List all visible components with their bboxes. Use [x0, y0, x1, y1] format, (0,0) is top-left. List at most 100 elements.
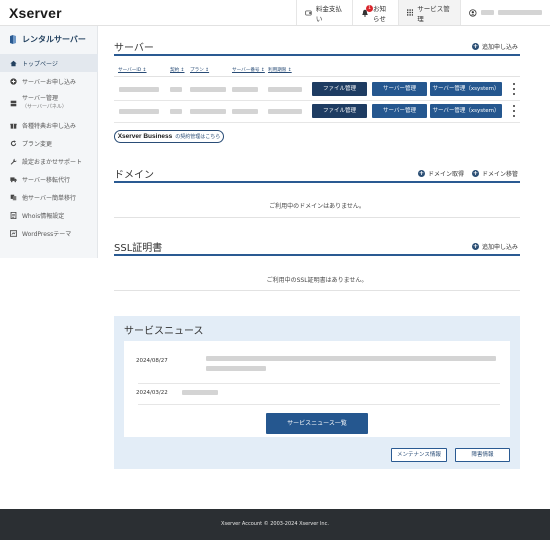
sidebar-item-server-management[interactable]: サーバー管理 （サーバーパネル） [0, 90, 98, 116]
server-manager-xsystem-button[interactable]: サーバー管理（xsystem） [430, 104, 502, 118]
xserver-business-link[interactable]: Xserver Business の契約管理はこちら [114, 130, 224, 143]
ssl-empty-message: ご利用中のSSL証明書はありません。 [266, 277, 368, 284]
news-divider [138, 404, 500, 405]
payment-label: 料金支払い [315, 4, 342, 23]
plus-circle-icon [10, 77, 17, 85]
col-server-id[interactable]: サーバーID ↕ [118, 67, 147, 73]
sidebar-item-benefits[interactable]: 各種特典お申し込み [0, 116, 98, 134]
home-icon [10, 60, 17, 67]
sidebar-title: レンタルサーバー [9, 34, 86, 45]
server-icon [10, 100, 17, 107]
col-contract[interactable]: 契約 ↕ [170, 67, 185, 73]
server-manager-xsystem-button[interactable]: サーバー管理（xsystem） [430, 82, 502, 96]
user-menu[interactable] [460, 0, 550, 25]
xserver-business-brand: Xserver Business [117, 133, 173, 140]
server-number-redacted [232, 109, 258, 114]
domain-transfer-link[interactable]: + ドメイン移管 [471, 169, 518, 178]
expiry-redacted [268, 87, 302, 92]
user-name-redacted [480, 10, 495, 15]
news-date: 2024/03/22 [136, 390, 168, 396]
contract-redacted [170, 109, 182, 114]
col-plan[interactable]: プラン ↕ [190, 67, 209, 73]
service-news-title: サービスニュース [124, 326, 204, 337]
sidebar-item-setup-support[interactable]: 設定おまかせサポート [0, 152, 98, 170]
news-divider [138, 383, 500, 384]
ssl-section-divider [114, 254, 520, 256]
ssl-add-link[interactable]: + 追加申し込み [471, 242, 518, 251]
sidebar-item-whois[interactable]: Whois情報設定 [0, 206, 98, 224]
plus-icon: + [471, 43, 479, 50]
truck-icon [10, 176, 17, 183]
plan-redacted [190, 109, 226, 114]
document-icon [10, 211, 17, 219]
trouble-info-button[interactable]: 障害情報 [455, 448, 510, 462]
table-row: ファイル管理 サーバー管理 サーバー管理（xsystem） [114, 79, 520, 101]
sidebar-item-plan-change[interactable]: プラン変更 [0, 134, 98, 152]
bell-icon: 1 [361, 4, 373, 17]
plus-icon: + [471, 243, 479, 250]
transfer-icon [10, 194, 17, 201]
service-news-list-button[interactable]: サービスニュース一覧 [266, 413, 368, 434]
wallet-icon [305, 10, 312, 15]
ssl-bottom-divider [114, 290, 520, 291]
sidebar-item-easy-transfer[interactable]: 他サーバー簡単移行 [0, 188, 98, 206]
kebab-menu-icon[interactable] [512, 104, 516, 118]
service-management-link[interactable]: サービス管理 [398, 0, 460, 25]
domain-empty-message: ご利用中のドメインはありません。 [269, 203, 365, 210]
ssl-section-title: SSL証明書 [114, 243, 163, 254]
sidebar-item-server-migration[interactable]: サーバー移転代行 [0, 170, 98, 188]
server-number-redacted [232, 87, 258, 92]
col-server-number[interactable]: サーバー番号 ↕ [232, 67, 265, 73]
server-manager-button[interactable]: サーバー管理 [372, 82, 427, 96]
news-headline-redacted[interactable] [206, 366, 266, 371]
user-id-redacted [498, 10, 542, 15]
notice-count-badge: 1 [366, 4, 373, 12]
footer-copyright: Xserver Account © 2003-2024 Xserver Inc. [221, 521, 329, 527]
server-manager-button[interactable]: サーバー管理 [372, 104, 427, 118]
plan-redacted [190, 87, 226, 92]
sidebar: レンタルサーバー トップページ サーバーお申し込み サーバー管理 （サーバーパネ… [0, 26, 98, 258]
sidebar-item-top-page[interactable]: トップページ [0, 54, 98, 72]
plus-icon: + [417, 170, 425, 177]
server-section-divider [114, 54, 520, 56]
sidebar-item-wordpress-theme[interactable]: WordPressテーマ [0, 224, 98, 242]
payment-link[interactable]: 料金支払い [296, 0, 352, 25]
service-management-label: サービス管理 [417, 4, 450, 23]
sidebar-menu: トップページ サーバーお申し込み サーバー管理 （サーバーパネル） 各種特典お申… [0, 54, 98, 242]
contract-redacted [170, 87, 182, 92]
server-add-link[interactable]: + 追加申し込み [471, 42, 518, 51]
grid-icon [407, 9, 414, 16]
news-headline-redacted[interactable] [206, 356, 496, 361]
gift-icon [10, 122, 17, 129]
file-manager-button[interactable]: ファイル管理 [312, 82, 367, 96]
refresh-icon [10, 139, 17, 147]
domain-acquire-link[interactable]: + ドメイン取得 [417, 169, 464, 178]
server-table-header-divider [114, 76, 520, 77]
rental-server-icon [10, 35, 16, 44]
file-manager-button[interactable]: ファイル管理 [312, 104, 367, 118]
user-icon [469, 8, 477, 17]
notice-label: お知らせ [373, 4, 386, 23]
notice-link[interactable]: 1 お知らせ [352, 0, 398, 25]
expiry-redacted [268, 109, 302, 114]
col-expiry[interactable]: 利用期限 ↕ [268, 67, 292, 73]
xserver-logo[interactable]: Xserver [9, 5, 62, 21]
server-id-redacted [119, 87, 159, 92]
plus-icon: + [471, 170, 479, 177]
domain-bottom-divider [114, 217, 520, 218]
top-header: Xserver 料金支払い 1 お知らせ サービス管理 [0, 0, 550, 26]
news-headline-redacted[interactable] [182, 390, 218, 395]
table-row: ファイル管理 サーバー管理 サーバー管理（xsystem） [114, 101, 520, 123]
maintenance-info-button[interactable]: メンテナンス情報 [391, 448, 447, 462]
domain-section-divider [114, 181, 520, 183]
theme-icon [10, 229, 17, 237]
service-news-panel: サービスニュース 2024/08/27 2024/03/22 サービスニュース一… [114, 316, 520, 469]
footer: Xserver Account © 2003-2024 Xserver Inc. [0, 509, 550, 540]
server-id-redacted [119, 109, 159, 114]
domain-section-title: ドメイン [114, 170, 154, 181]
wrench-icon [10, 158, 17, 165]
sidebar-item-server-apply[interactable]: サーバーお申し込み [0, 72, 98, 90]
kebab-menu-icon[interactable] [512, 82, 516, 96]
server-section-title: サーバー [114, 43, 154, 54]
news-date: 2024/08/27 [136, 358, 168, 364]
